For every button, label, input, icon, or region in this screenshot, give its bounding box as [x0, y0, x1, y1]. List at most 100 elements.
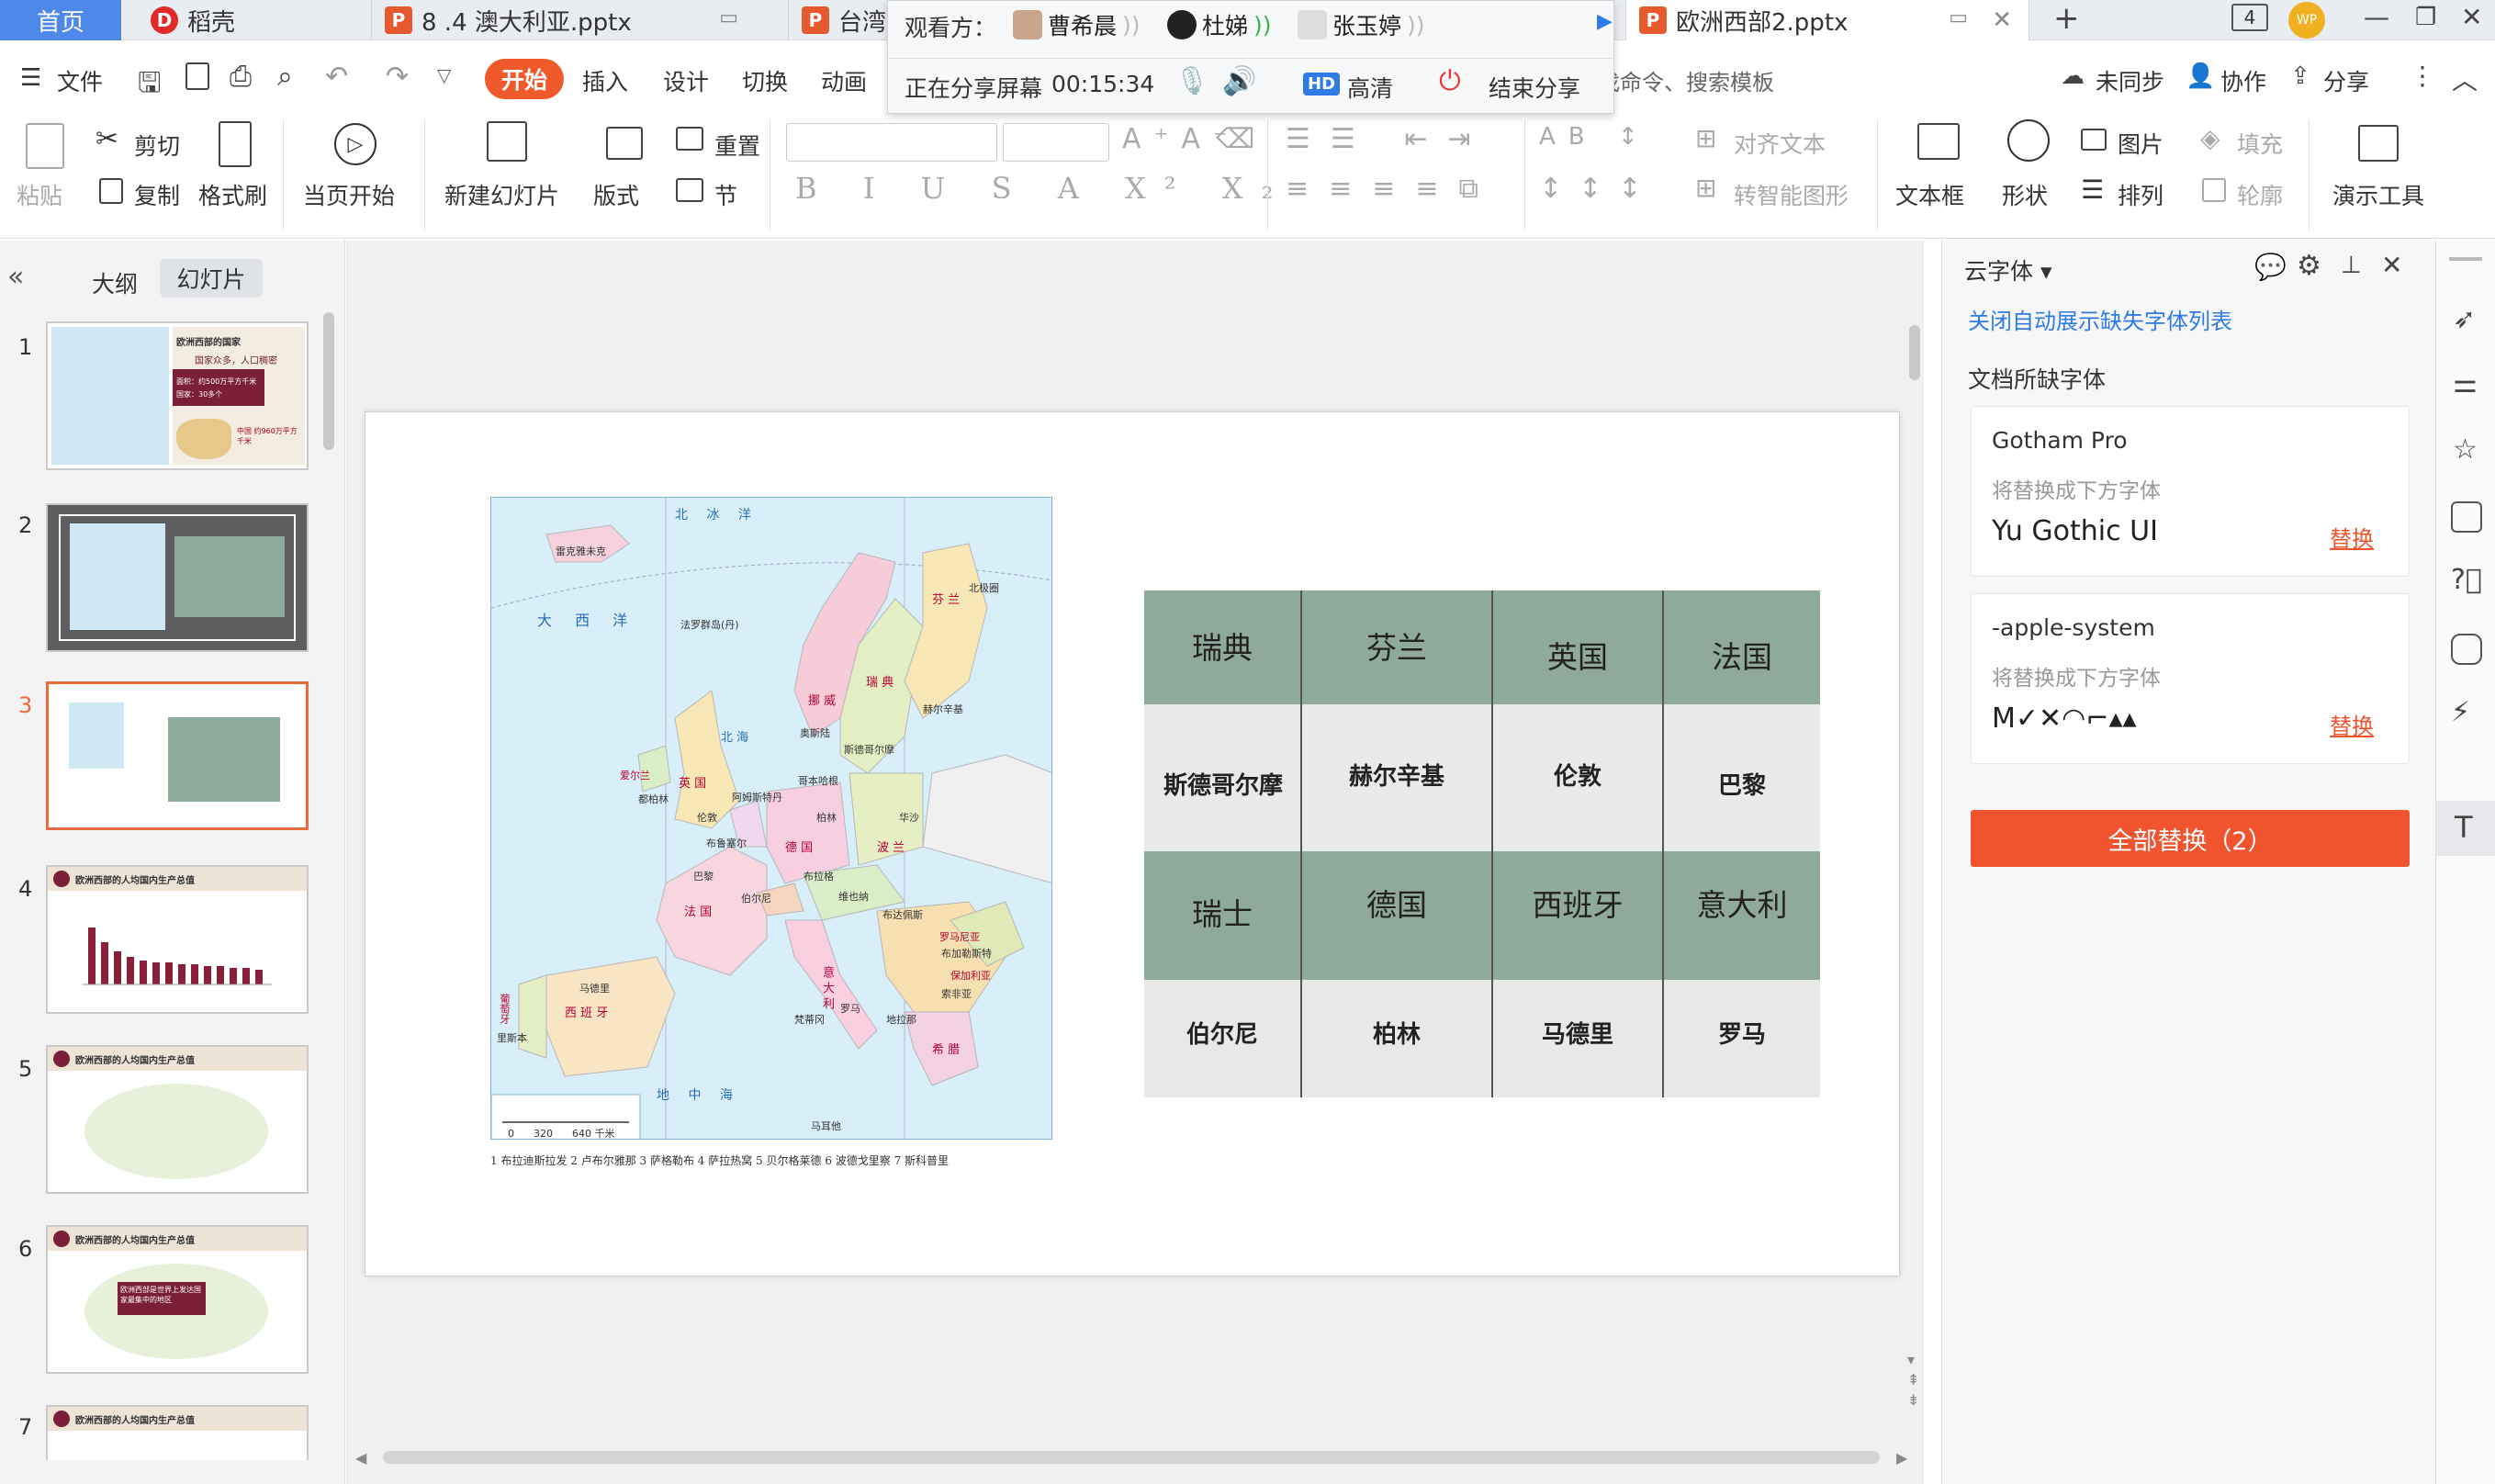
tab-daoke[interactable]: D 稻壳: [138, 0, 358, 40]
smart-art-button[interactable]: 转智能图形: [1734, 178, 1849, 211]
gallery-icon[interactable]: [2451, 634, 2482, 665]
font-family-select[interactable]: [786, 123, 997, 162]
new-tab-icon[interactable]: +: [2053, 0, 2080, 37]
tab-file-active[interactable]: P 欧洲西部2.pptx ▭ ✕: [1625, 0, 2029, 40]
chat-icon[interactable]: 💬: [2254, 252, 2287, 282]
close-icon[interactable]: ✕: [1992, 6, 2012, 34]
tab-home[interactable]: 首页: [0, 0, 121, 40]
settings-sliders-icon[interactable]: ⚌: [2453, 367, 2478, 399]
text-direction-icons[interactable]: AB ↕: [1539, 123, 1651, 151]
expand-arrow-icon[interactable]: ▶: [1597, 10, 1613, 33]
chevron-down-icon[interactable]: ▽: [437, 64, 451, 86]
print-preview-icon[interactable]: ⌕: [277, 61, 293, 93]
pin-icon[interactable]: ⊥: [2341, 252, 2362, 279]
slide-thumbnail-6[interactable]: 欧洲西部的人均国内生产总值 欧洲西部是世界上发达国家最集中的地区: [46, 1225, 309, 1374]
line-spacing-icons[interactable]: ↕↕↕: [1539, 173, 1658, 205]
export-pdf-icon[interactable]: [185, 62, 209, 90]
monitor-icon[interactable]: ▭: [1949, 6, 1968, 29]
text-style-icons[interactable]: B I U S A X² X₂: [795, 171, 1291, 206]
format-painter-button[interactable]: 格式刷: [198, 178, 267, 211]
print-icon[interactable]: ⎙: [230, 61, 252, 93]
textbox-button[interactable]: 文本框: [1895, 178, 1964, 211]
menu-file[interactable]: 文件: [57, 64, 103, 97]
star-icon[interactable]: ☆: [2453, 433, 2478, 466]
tab-design[interactable]: 设计: [663, 64, 709, 97]
section-button[interactable]: 节: [714, 178, 737, 211]
cut-button[interactable]: 剪切: [134, 129, 180, 162]
tab-transition[interactable]: 切换: [742, 64, 788, 97]
tab-slides[interactable]: 幻灯片: [160, 259, 263, 298]
restore-icon[interactable]: ❐: [2415, 4, 2436, 31]
font-size-select[interactable]: [1003, 123, 1109, 162]
minimize-icon[interactable]: —: [2364, 2, 2389, 32]
tab-outline[interactable]: 大纲: [92, 266, 138, 299]
replace-link[interactable]: 替换: [2330, 521, 2374, 553]
slide-thumbnail-1[interactable]: 欧洲西部的国家 国家众多，人口稠密 面积：约500万平方千米 国家：30多个 中…: [46, 321, 309, 470]
scroll-right-icon[interactable]: ▶: [1896, 1449, 1907, 1467]
layout-button[interactable]: 版式: [593, 178, 639, 211]
tab-animation[interactable]: 动画: [821, 64, 867, 97]
close-window-icon[interactable]: ✕: [2461, 2, 2482, 32]
slide-thumbnail-2[interactable]: [46, 503, 309, 652]
copy-button[interactable]: 复制: [134, 178, 180, 211]
capitals-photo[interactable]: 瑞典 芬兰 英国 法国 斯德哥尔摩 赫尔辛基 伦敦 巴黎 瑞士 德国 西班牙 意…: [1144, 590, 1820, 1097]
panel-title[interactable]: 云字体 ▾: [1964, 253, 2052, 287]
arrange-button[interactable]: 排列: [2118, 178, 2163, 211]
screen-icon[interactable]: [2451, 501, 2482, 533]
horizontal-scrollbar[interactable]: [383, 1451, 1880, 1464]
outline-button[interactable]: 轮廓: [2237, 178, 2283, 211]
shape-button[interactable]: 形状: [2002, 178, 2048, 211]
collapse-panel-icon[interactable]: «: [7, 261, 24, 293]
scroll-left-icon[interactable]: ◀: [355, 1449, 366, 1467]
page-counter[interactable]: 4: [2231, 4, 2268, 31]
tab-start[interactable]: 开始: [485, 59, 564, 99]
undo-icon[interactable]: ↶: [325, 61, 348, 93]
slide-thumbnail-7[interactable]: 欧洲西部的人均国内生产总值: [46, 1405, 309, 1460]
align-icons[interactable]: ≡≡≡≡⧉: [1286, 173, 1499, 205]
from-start-button[interactable]: 当页开始: [303, 178, 395, 211]
list-icons[interactable]: ☰☰ ⇤⇥: [1286, 123, 1491, 155]
scrollbar[interactable]: [323, 312, 334, 450]
europe-map[interactable]: 0 320 640 千米 北 冰 洋 北极圈 大 西 洋 雷克雅未克 法罗群岛(…: [490, 497, 1052, 1140]
paste-icon[interactable]: [26, 123, 64, 169]
slide[interactable]: 0 320 640 千米 北 冰 洋 北极圈 大 西 洋 雷克雅未克 法罗群岛(…: [365, 411, 1900, 1276]
close-auto-show-link[interactable]: 关闭自动展示缺失字体列表: [1968, 303, 2232, 335]
eraser-icon[interactable]: ⌫: [1216, 123, 1254, 155]
page-nav-icons[interactable]: ▾ ⇞ ⇟: [1907, 1350, 1919, 1411]
speaker-icon[interactable]: 🔊: [1222, 65, 1256, 97]
rocket-icon[interactable]: ➶: [2453, 303, 2476, 335]
hd-button[interactable]: 高清: [1347, 71, 1393, 104]
slide-thumbnail-5[interactable]: 欧洲西部的人均国内生产总值: [46, 1045, 309, 1194]
tab-file-taiwan[interactable]: P 台湾: [788, 0, 889, 40]
tab-file-australia[interactable]: P 8 .4 澳大利亚.pptx ▭: [371, 0, 775, 40]
avatar[interactable]: WP: [2288, 2, 2325, 39]
vertical-scrollbar[interactable]: [1909, 325, 1920, 380]
end-share-button[interactable]: 结束分享: [1489, 71, 1580, 104]
paste-button[interactable]: 粘贴: [17, 178, 62, 211]
picture-button[interactable]: 图片: [2118, 127, 2163, 160]
replace-link[interactable]: 替换: [2330, 708, 2374, 740]
fill-button[interactable]: 填充: [2237, 127, 2283, 160]
sync-status[interactable]: 未同步: [2096, 64, 2164, 97]
close-icon[interactable]: ✕: [2381, 250, 2402, 280]
collab-button[interactable]: 协作: [2220, 64, 2266, 97]
align-text-button[interactable]: 对齐文本: [1734, 127, 1826, 160]
collapse-ribbon-icon[interactable]: ︿: [2452, 61, 2478, 97]
gear-icon[interactable]: ⚙: [2297, 250, 2321, 282]
gift-icon[interactable]: ⚡: [2451, 696, 2470, 728]
slide-thumbnail-3[interactable]: [46, 681, 309, 830]
slide-thumbnail-4[interactable]: 欧洲西部的人均国内生产总值: [46, 865, 309, 1014]
redo-icon[interactable]: ↷: [386, 61, 409, 93]
new-slide-button[interactable]: 新建幻灯片: [444, 178, 559, 211]
reset-button[interactable]: 重置: [714, 129, 760, 162]
replace-all-button[interactable]: 全部替换（2）: [1971, 810, 2410, 867]
more-icon[interactable]: ⋮: [2410, 61, 2435, 91]
tab-insert[interactable]: 插入: [582, 64, 628, 97]
hamburger-icon[interactable]: ☰: [20, 64, 41, 92]
command-search[interactable]: 找命令、搜索模板: [1598, 64, 1774, 96]
presenter-tools-button[interactable]: 演示工具: [2332, 178, 2424, 211]
save-icon[interactable]: 🖫: [138, 62, 162, 109]
help-icon[interactable]: ?⃝: [2451, 564, 2482, 596]
share-button[interactable]: 分享: [2323, 64, 2369, 97]
microphone-icon[interactable]: 🎙: [1174, 65, 1209, 97]
